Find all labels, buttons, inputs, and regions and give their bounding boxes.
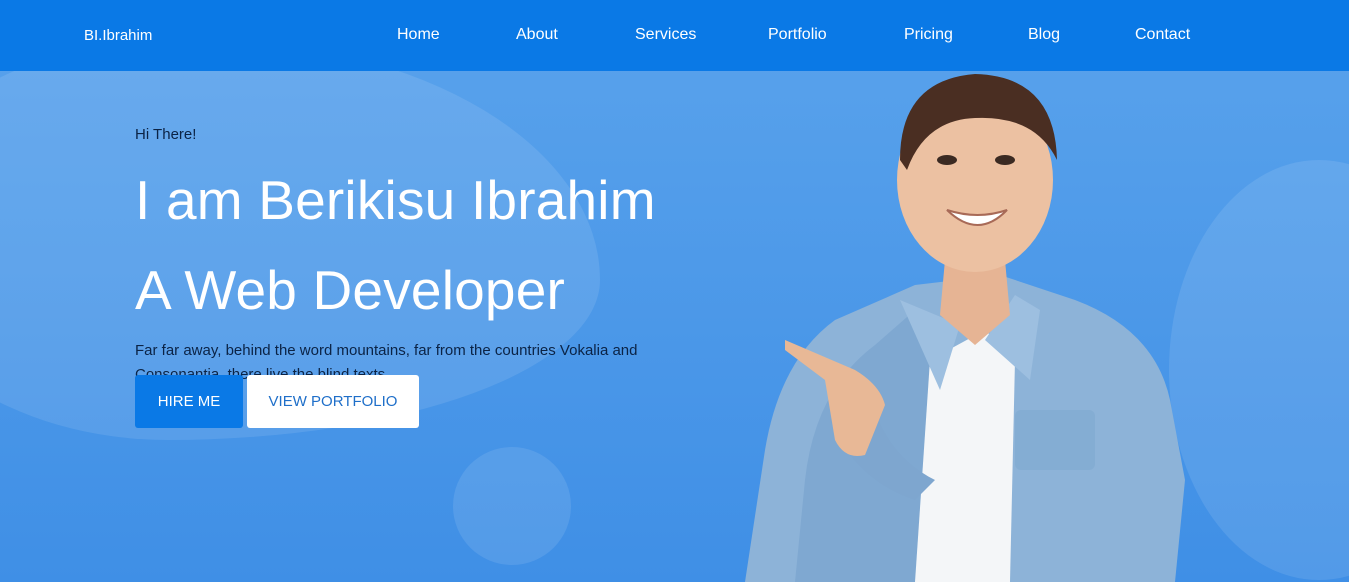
nav-pricing[interactable]: Pricing xyxy=(904,26,953,44)
headline-role: A Web Developer xyxy=(135,259,566,321)
nav-services[interactable]: Services xyxy=(635,26,696,44)
nav-contact[interactable]: Contact xyxy=(1135,26,1190,44)
view-portfolio-button[interactable]: VIEW PORTFOLIO xyxy=(247,375,419,428)
greeting: Hi There! xyxy=(135,126,197,143)
hero-page: BI.Ibrahim Home About Services Portfolio… xyxy=(0,0,1349,582)
hero-text: Hi There! I am Berikisu Ibrahim A Web De… xyxy=(135,126,705,387)
decorative-blob xyxy=(1169,160,1349,580)
nav-about[interactable]: About xyxy=(516,26,558,44)
headline-name: I am Berikisu Ibrahim xyxy=(135,169,656,231)
nav-home[interactable]: Home xyxy=(397,26,440,44)
hire-me-button[interactable]: HIRE ME xyxy=(135,375,243,428)
nav-blog[interactable]: Blog xyxy=(1028,26,1060,44)
person-photo xyxy=(745,74,1185,582)
decorative-circle xyxy=(453,447,571,565)
brand-logo[interactable]: BI.Ibrahim xyxy=(84,27,152,44)
nav-portfolio[interactable]: Portfolio xyxy=(768,26,827,44)
top-navbar: BI.Ibrahim Home About Services Portfolio… xyxy=(0,0,1349,71)
